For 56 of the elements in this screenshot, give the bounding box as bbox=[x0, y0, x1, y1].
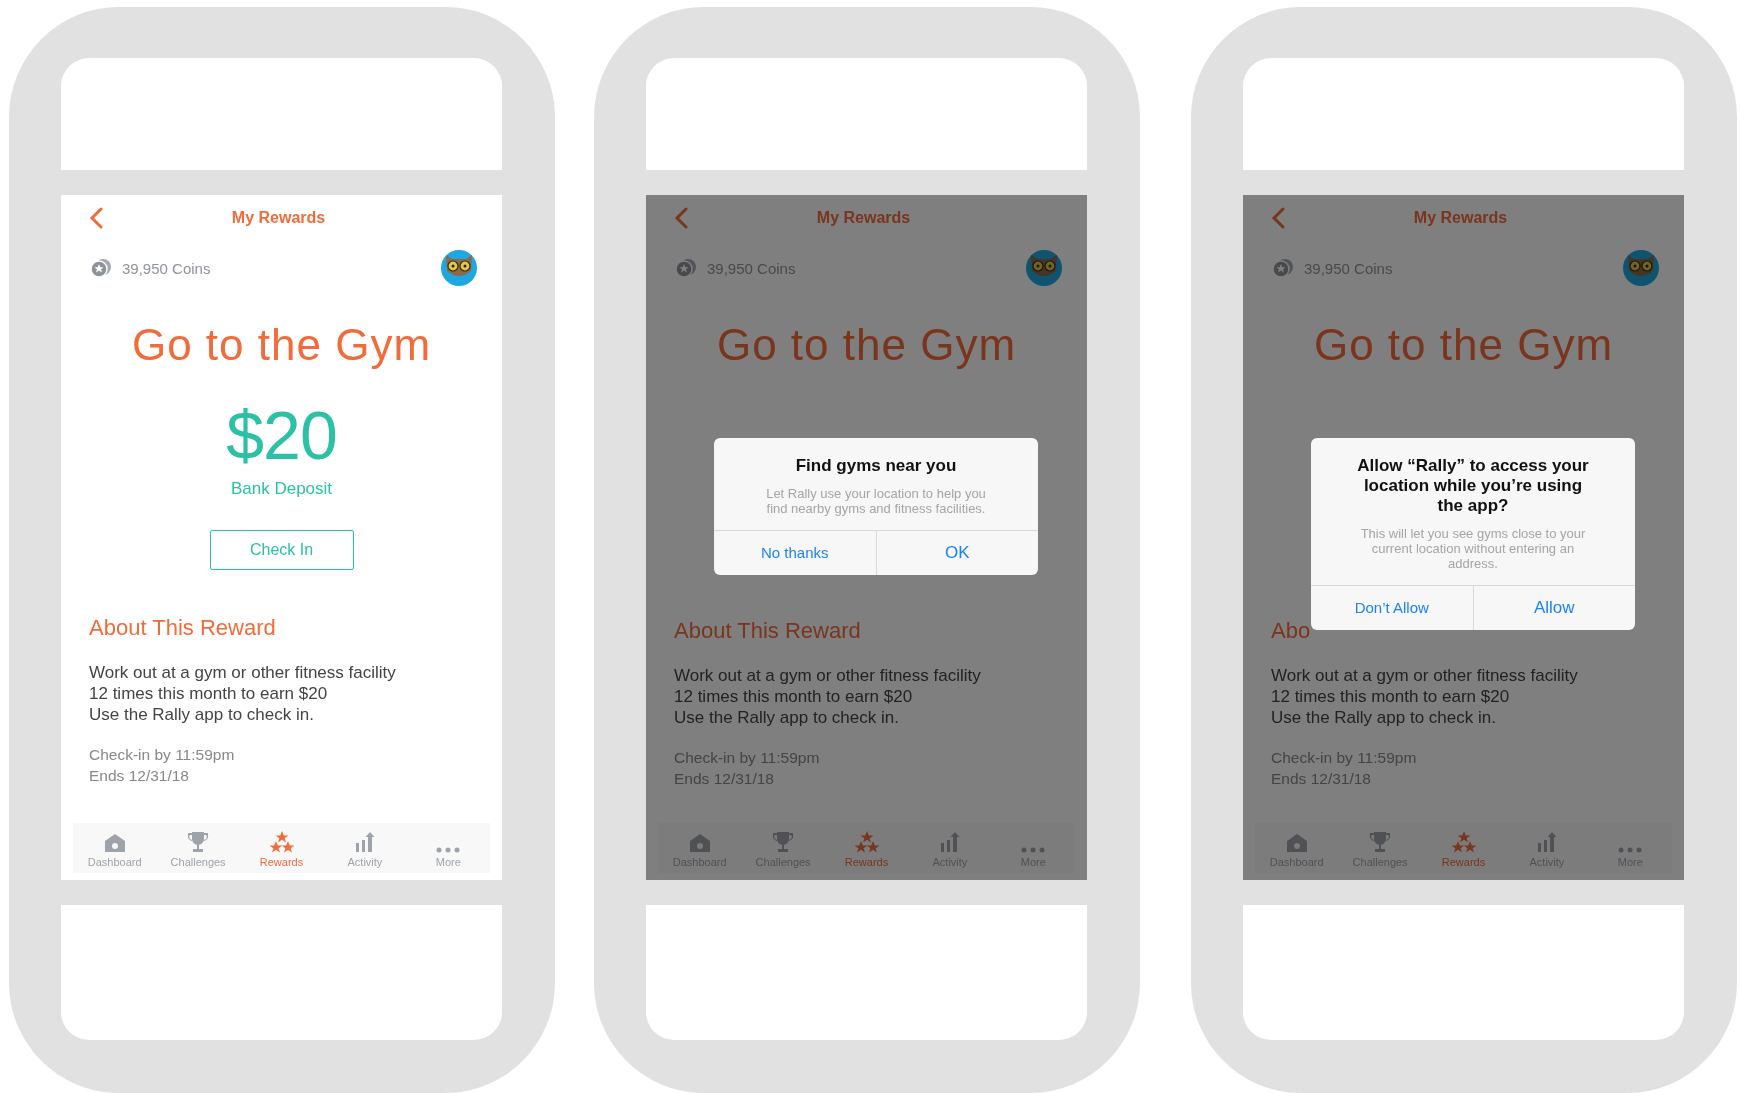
tab-item[interactable]: Rewards bbox=[1421, 823, 1506, 872]
tab-item[interactable]: Challenges bbox=[156, 823, 240, 872]
reward-title: Go to the Gym bbox=[130, 319, 433, 370]
tab-item[interactable]: Rewards bbox=[239, 823, 324, 872]
reward-description: Work out at a gym or other fitness facility 12 times this month to earn $20 Use the Rally app to check in. bbox=[673, 665, 982, 728]
deadline-text: Check-in by 11:59pm Ends 12/31/18 bbox=[1270, 748, 1418, 789]
tab-item[interactable]: Dashboard bbox=[73, 823, 157, 872]
payout-method: Bank Deposit bbox=[229, 479, 334, 499]
reward-amount: $20 bbox=[225, 399, 338, 471]
dialog-button[interactable]: Don’t Allow bbox=[1311, 586, 1473, 630]
tab-item[interactable]: More bbox=[406, 823, 491, 872]
section-heading: Abo bbox=[1270, 618, 1312, 643]
dialog-title: Allow “Rally” to access your location while you’re using the app? bbox=[1356, 455, 1590, 516]
check-in-button[interactable]: Check In bbox=[209, 530, 354, 570]
house-icon bbox=[688, 833, 711, 853]
reward-title: Go to the Gym bbox=[1312, 319, 1615, 370]
coin-balance: 39,950 Coins bbox=[122, 259, 212, 277]
deadline-text: Check-in by 11:59pm Ends 12/31/18 bbox=[88, 745, 236, 786]
coins-icon bbox=[675, 258, 697, 278]
more-icon bbox=[1618, 847, 1643, 853]
dialog-message: Let Rally use your location to help you find nearby gyms and fitness facilities. bbox=[765, 485, 987, 518]
reward-description: Work out at a gym or other fitness facility 12 times this month to earn $20 Use the Rally app to check in. bbox=[1270, 665, 1579, 728]
coins-icon bbox=[1272, 258, 1294, 278]
reward-title: Go to the Gym bbox=[715, 319, 1018, 370]
dialog-button[interactable]: OK bbox=[875, 531, 1038, 575]
screen-title: My Rewards bbox=[1412, 209, 1509, 227]
reward-description: Work out at a gym or other fitness facility 12 times this month to earn $20 Use the Rally app to check in. bbox=[88, 662, 397, 725]
coins-icon bbox=[90, 258, 112, 278]
house-icon bbox=[103, 833, 126, 853]
deadline-text: Check-in by 11:59pm Ends 12/31/18 bbox=[673, 748, 821, 789]
trophy-icon bbox=[1369, 831, 1392, 853]
house-icon bbox=[1285, 833, 1308, 853]
coin-balance: 39,950 Coins bbox=[707, 259, 797, 277]
coin-balance: 39,950 Coins bbox=[1304, 259, 1394, 277]
section-heading: About This Reward bbox=[88, 615, 277, 640]
stars-icon bbox=[854, 831, 879, 853]
dialog-title: Find gyms near you bbox=[794, 455, 958, 476]
trophy-icon bbox=[187, 831, 210, 853]
bar-chart-icon bbox=[353, 831, 376, 853]
stars-icon bbox=[1451, 831, 1476, 853]
trophy-icon bbox=[772, 831, 795, 853]
screen-title: My Rewards bbox=[815, 209, 912, 227]
avatar-icon[interactable] bbox=[440, 249, 478, 287]
bar-chart-icon bbox=[938, 831, 961, 853]
stars-icon bbox=[269, 831, 294, 853]
bar-chart-icon bbox=[1535, 831, 1558, 853]
back-icon[interactable] bbox=[89, 207, 103, 229]
dialog-button[interactable]: No thanks bbox=[714, 531, 876, 575]
screen-title: My Rewards bbox=[230, 209, 327, 227]
more-icon bbox=[1021, 847, 1046, 853]
section-heading: About This Reward bbox=[673, 618, 862, 643]
dialog-message: This will let you see gyms close to your current location without entering an address. bbox=[1359, 525, 1587, 573]
tab-item[interactable]: Rewards bbox=[824, 823, 909, 872]
dialog-button[interactable]: Allow bbox=[1472, 586, 1635, 630]
more-icon bbox=[436, 847, 461, 853]
tab-item[interactable]: Activity bbox=[323, 823, 407, 872]
